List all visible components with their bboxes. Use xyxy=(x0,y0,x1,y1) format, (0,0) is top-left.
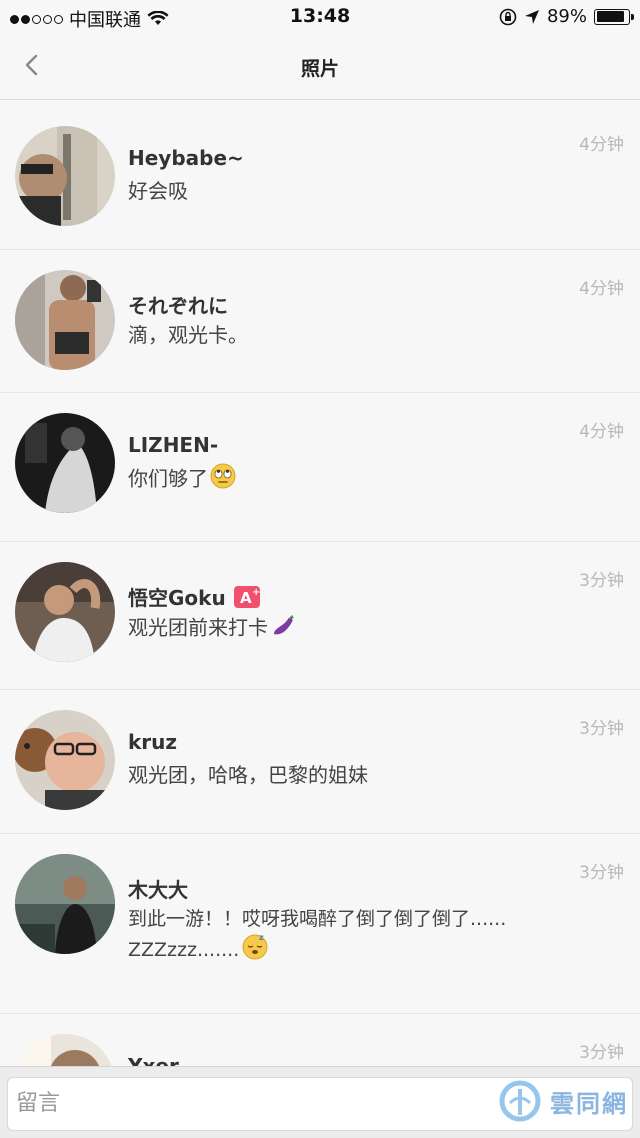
comment-time: 4分钟 xyxy=(579,422,624,442)
comment-author[interactable]: それぞれに xyxy=(128,290,228,319)
comment-bar: 留言 雲同網 xyxy=(0,1066,640,1138)
battery-percent: 89% xyxy=(546,6,587,27)
comment-text-content: 观光团前来打卡 xyxy=(128,615,268,640)
eye-roll-emoji-icon xyxy=(210,463,236,497)
comment-text-line2: ZZZzzz....... z xyxy=(128,932,269,969)
rotation-lock-icon xyxy=(499,8,517,25)
battery-icon xyxy=(594,8,634,25)
comment-text-content: 观光团，哈咯，巴黎的姐妹 xyxy=(128,763,368,787)
comment-text-content: 滴，观光卡。 xyxy=(128,323,248,347)
comment-text: 好会吸 xyxy=(128,176,188,206)
comment-time: 4分钟 xyxy=(579,135,624,155)
battery-fill xyxy=(596,11,625,22)
list-item[interactable]: kruz 观光团，哈咯，巴黎的姐妹 3分钟 xyxy=(0,690,640,834)
eggplant-emoji-icon xyxy=(270,612,296,646)
list-item[interactable]: それぞれに 滴，观光卡。 4分钟 xyxy=(0,250,640,393)
comment-text-content: 到此一游！！哎呀我喝醉了倒了倒了倒了...... xyxy=(128,908,507,930)
list-item[interactable]: 木大大 到此一游！！哎呀我喝醉了倒了倒了倒了...... ZZZzzz.....… xyxy=(0,834,640,1014)
comment-time: 3分钟 xyxy=(579,863,624,883)
avatar[interactable] xyxy=(15,270,115,370)
comment-input-placeholder: 留言 xyxy=(16,1091,61,1116)
comment-author[interactable]: LIZHEN- xyxy=(128,433,218,457)
comment-author[interactable]: 木大大 xyxy=(128,874,188,903)
avatar[interactable] xyxy=(15,854,115,954)
location-arrow-icon xyxy=(524,9,539,24)
svg-text:z: z xyxy=(259,933,264,942)
comment-text: 观光团前来打卡 xyxy=(128,612,296,646)
comment-author[interactable]: 悟空Goku A + xyxy=(128,582,264,614)
comment-text: 观光团，哈咯，巴黎的姐妹 xyxy=(128,760,368,790)
comment-text: 到此一游！！哎呀我喝醉了倒了倒了倒了...... xyxy=(128,904,506,934)
nav-bar: 照片 xyxy=(0,34,640,100)
list-item[interactable]: 悟空Goku A + 观光团前来打卡 3分钟 xyxy=(0,542,640,690)
avatar[interactable] xyxy=(15,562,115,662)
avatar[interactable] xyxy=(15,710,115,810)
comment-time: 3分钟 xyxy=(579,719,624,739)
comment-time: 4分钟 xyxy=(579,279,624,299)
comment-time: 3分钟 xyxy=(579,1043,624,1063)
avatar[interactable] xyxy=(15,413,115,513)
comment-text-content: 你们够了 xyxy=(128,466,208,491)
list-item[interactable]: Heybabe~ 好会吸 4分钟 xyxy=(0,106,640,250)
comment-text: 滴，观光卡。 xyxy=(128,320,248,350)
watermark-logo-icon xyxy=(499,1080,541,1122)
comment-text-content: ZZZzzz....... xyxy=(128,939,240,961)
avatar[interactable] xyxy=(15,126,115,226)
comment-author[interactable]: Heybabe~ xyxy=(128,146,244,170)
sleeping-emoji-icon: z xyxy=(241,932,269,969)
badge-letter: A xyxy=(240,589,252,607)
watermark: 雲同網 xyxy=(498,1079,628,1123)
page-title: 照片 xyxy=(300,58,339,80)
list-item[interactable]: LIZHEN- 你们够了 4分钟 xyxy=(0,393,640,542)
status-bar: 中国联通 13:48 89% xyxy=(0,0,640,34)
comment-author[interactable]: kruz xyxy=(128,730,177,754)
verified-badge-icon: A + xyxy=(233,585,264,614)
comment-time: 3分钟 xyxy=(579,571,624,591)
comment-list: Heybabe~ 好会吸 4分钟 それぞれに 滴，观光卡。 4分钟 LIZHEN… xyxy=(0,106,640,1134)
watermark-text: 雲同網 xyxy=(550,1089,628,1118)
comment-text: 你们够了 xyxy=(128,463,236,497)
comment-author-name[interactable]: 悟空Goku xyxy=(128,586,226,610)
status-right: 89% xyxy=(499,6,634,27)
svg-text:+: + xyxy=(252,587,260,598)
comment-text-content: 好会吸 xyxy=(128,179,188,203)
